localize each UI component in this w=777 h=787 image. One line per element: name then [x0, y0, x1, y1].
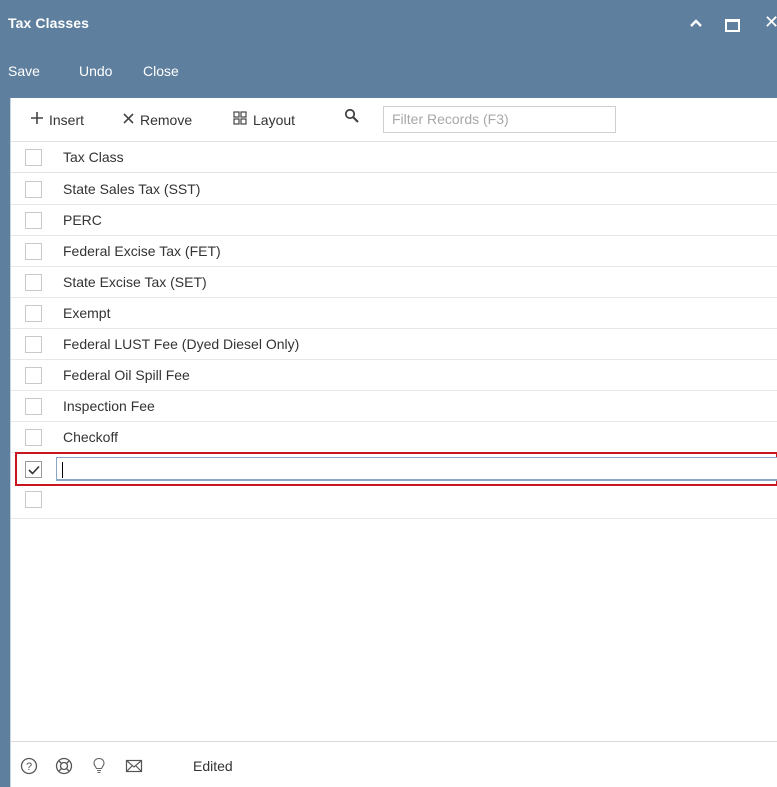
column-header-tax-class[interactable]: Tax Class	[63, 149, 124, 165]
menubar: Save Undo Close	[0, 58, 777, 88]
tax-class-cell: PERC	[63, 212, 102, 228]
row-checkbox[interactable]	[25, 491, 42, 508]
table-row[interactable]: Exempt	[11, 298, 777, 329]
search-icon	[344, 108, 364, 128]
table-row[interactable]: Federal LUST Fee (Dyed Diesel Only)	[11, 329, 777, 360]
remove-x-icon	[123, 111, 134, 128]
remove-label: Remove	[140, 111, 193, 128]
row-checkbox[interactable]	[25, 398, 42, 415]
tax-class-cell: Checkoff	[63, 429, 118, 445]
row-checkbox[interactable]	[25, 243, 42, 260]
row-checkbox-checked[interactable]	[25, 461, 42, 478]
layout-label: Layout	[253, 112, 296, 128]
tax-class-cell: Exempt	[63, 305, 111, 321]
status-footer: ? Edited	[10, 741, 777, 787]
text-caret	[62, 462, 63, 478]
row-checkbox[interactable]	[25, 212, 42, 229]
status-text: Edited	[193, 758, 233, 774]
row-checkbox[interactable]	[25, 181, 42, 198]
new-row-editing[interactable]	[15, 452, 777, 486]
minimize-icon[interactable]	[689, 14, 703, 34]
table-row[interactable]: State Sales Tax (SST)	[11, 174, 777, 205]
tax-class-cell: Federal Oil Spill Fee	[63, 367, 190, 383]
tax-class-edit-input[interactable]	[56, 457, 777, 481]
filter-records-input[interactable]: Filter Records (F3)	[383, 106, 616, 133]
undo-button[interactable]: Undo	[79, 63, 112, 79]
empty-placeholder-row[interactable]	[11, 488, 777, 519]
titlebar: Tax Classes ✕	[0, 0, 777, 50]
row-checkbox[interactable]	[25, 336, 42, 353]
tax-classes-window: Tax Classes ✕ Save Undo Close Insert Rem…	[0, 0, 777, 787]
layout-grid-icon	[233, 111, 247, 129]
save-button[interactable]: Save	[8, 63, 40, 79]
table-row[interactable]: Checkoff	[11, 422, 777, 453]
insert-label: Insert	[49, 111, 85, 128]
plus-icon	[31, 111, 43, 128]
tax-class-cell: Federal Excise Tax (FET)	[63, 243, 221, 259]
help-icon[interactable]: ?	[20, 757, 38, 775]
table-row[interactable]: Federal Oil Spill Fee	[11, 360, 777, 391]
tax-class-cell: State Excise Tax (SET)	[63, 274, 207, 290]
row-checkbox[interactable]	[25, 429, 42, 446]
window-title: Tax Classes	[8, 15, 90, 31]
table-row[interactable]: State Excise Tax (SET)	[11, 267, 777, 298]
lightbulb-icon[interactable]	[90, 757, 108, 775]
insert-button[interactable]: Insert	[31, 111, 84, 128]
table-row[interactable]: Inspection Fee	[11, 391, 777, 422]
tax-class-cell: Federal LUST Fee (Dyed Diesel Only)	[63, 336, 300, 352]
maximize-icon[interactable]	[725, 19, 740, 32]
support-icon[interactable]	[55, 757, 73, 775]
remove-button[interactable]: Remove	[123, 111, 192, 128]
mail-icon[interactable]	[125, 757, 143, 775]
grid-panel: Insert Remove Layout Filter Records (F3)	[10, 98, 777, 741]
row-checkbox[interactable]	[25, 305, 42, 322]
close-icon[interactable]: ✕	[764, 12, 777, 32]
table-row[interactable]: PERC	[11, 205, 777, 236]
layout-button[interactable]: Layout	[233, 111, 295, 129]
grid-header-row: Tax Class	[11, 142, 777, 173]
svg-text:?: ?	[26, 761, 32, 773]
table-row[interactable]: Federal Excise Tax (FET)	[11, 236, 777, 267]
row-checkbox[interactable]	[25, 367, 42, 384]
row-checkbox[interactable]	[25, 274, 42, 291]
tax-class-cell: State Sales Tax (SST)	[63, 181, 201, 197]
select-all-checkbox[interactable]	[25, 149, 42, 166]
grid-toolbar: Insert Remove Layout Filter Records (F3)	[11, 98, 777, 142]
close-button[interactable]: Close	[143, 63, 179, 79]
tax-class-cell: Inspection Fee	[63, 398, 155, 414]
